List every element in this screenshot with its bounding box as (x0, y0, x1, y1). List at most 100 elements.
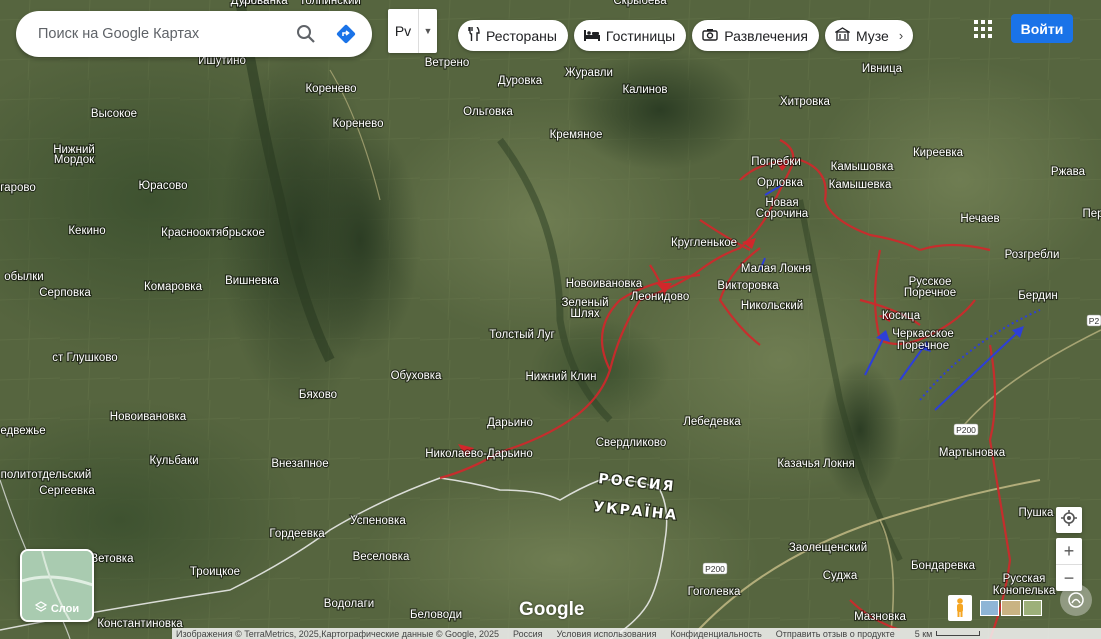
place-label[interactable]: Казачья Локня (776, 457, 856, 471)
place-label[interactable]: Ветрено (424, 56, 471, 70)
place-label[interactable]: политотдельский (0, 468, 92, 482)
place-label[interactable]: Лебедевка (682, 415, 742, 429)
zoom-in-button[interactable]: + (1056, 538, 1082, 564)
place-label[interactable]: Коренево (304, 82, 357, 96)
chevron-down-icon[interactable]: ▼ (418, 9, 437, 53)
place-label[interactable]: Гордеевка (268, 527, 326, 541)
place-label[interactable]: Ивница (861, 62, 904, 76)
place-label[interactable]: Нижний Клин (524, 370, 597, 384)
place-label[interactable]: Мартыновка (938, 446, 1007, 460)
place-label[interactable]: Краснооктябрьское (160, 226, 266, 240)
place-label[interactable]: Толстый Луг (488, 328, 556, 342)
place-label[interactable]: Ветовка (89, 552, 135, 566)
place-label[interactable]: Николаево-Дарьино (424, 447, 534, 461)
place-label[interactable]: Леонидово (630, 290, 691, 304)
place-label[interactable]: Кульбаки (148, 454, 199, 468)
layers-button[interactable]: Слои (20, 549, 94, 622)
place-label[interactable]: обылки (3, 270, 45, 284)
chip-entertainment[interactable]: Развлечения (692, 20, 819, 51)
country-link[interactable]: Россия (513, 629, 543, 639)
place-label[interactable]: Киреевка (912, 146, 965, 160)
place-label[interactable]: Беловоди (409, 608, 463, 622)
place-label[interactable]: Гоголевка (686, 585, 742, 599)
place-label[interactable]: Мазновка (853, 610, 908, 624)
place-label[interactable]: ьедвежье (0, 424, 47, 438)
place-label[interactable]: Водолаги (323, 597, 376, 611)
place-label[interactable]: Дуровка (497, 74, 544, 88)
place-label[interactable]: Толпинский (298, 0, 362, 8)
place-label[interactable]: Погребки (750, 155, 802, 169)
search-input[interactable]: Поиск на Google Картах (16, 26, 286, 42)
place-label[interactable]: Комаровка (143, 280, 204, 294)
language-select[interactable]: Рv ▼ (388, 9, 437, 53)
place-label[interactable]: Дарьино (486, 416, 534, 430)
scale-bar[interactable]: 5 км (915, 629, 981, 639)
place-label[interactable]: Черкасское (891, 327, 955, 341)
place-label[interactable]: Бяхово (298, 388, 338, 402)
place-label[interactable]: Дурова (229, 0, 271, 8)
satellite-map[interactable]: ИльинкаДурова Толпинский СкрыбеваИшутино Ве… (0, 0, 1101, 639)
place-label[interactable]: Хитровка (779, 95, 832, 109)
thumbnail-satellite[interactable] (980, 600, 1000, 616)
place-label[interactable]: Константиновка (96, 617, 184, 631)
place-label[interactable]: Сорочина (755, 207, 810, 221)
place-label[interactable]: Обуховка (389, 369, 443, 383)
place-label[interactable]: Сергеевка (38, 484, 96, 498)
terms-link[interactable]: Условия использования (557, 629, 657, 639)
place-label[interactable]: Внезапное (270, 457, 329, 471)
place-label[interactable]: Викторовка (716, 279, 780, 293)
street-view-icon[interactable] (1060, 584, 1092, 616)
place-label[interactable]: Суджа (822, 569, 859, 583)
place-label[interactable]: Свердликово (595, 436, 668, 450)
place-label[interactable]: Русская (1002, 572, 1047, 586)
place-label[interactable]: Камышовка (830, 160, 895, 174)
thumbnail-terrain[interactable] (1001, 600, 1021, 616)
place-label[interactable]: Новоивановка (109, 410, 188, 424)
imagery-thumbnails[interactable] (980, 600, 1042, 616)
place-label[interactable]: Камышевка (828, 178, 893, 192)
apps-grid-icon[interactable] (973, 19, 993, 39)
place-label[interactable]: Орловка (756, 176, 805, 190)
thumbnail-traffic[interactable] (1022, 600, 1042, 616)
sign-in-button[interactable]: Войти (1011, 14, 1073, 43)
place-label[interactable]: Нечаев (959, 212, 1000, 226)
chip-hotels[interactable]: Гостиницы (573, 20, 687, 51)
pegman-icon[interactable] (948, 595, 972, 621)
place-label[interactable]: Ржава (1050, 165, 1087, 179)
place-label[interactable]: Ольговка (462, 105, 514, 119)
place-label[interactable]: Юрасово (137, 179, 188, 193)
chevron-right-icon[interactable]: › (899, 28, 903, 43)
place-label[interactable]: гарово (0, 181, 37, 195)
place-label[interactable]: Розгребли (1004, 248, 1061, 262)
place-label[interactable]: Малая Локня (740, 262, 812, 276)
search-box[interactable]: Поиск на Google Картах (16, 11, 372, 57)
search-icon[interactable] (286, 14, 326, 54)
place-label[interactable]: Никольский (740, 299, 805, 313)
place-label[interactable]: Успеновка (349, 514, 407, 528)
chip-restaurants[interactable]: Рестораны (458, 20, 568, 51)
place-label[interactable]: Поречное (903, 286, 957, 300)
place-label[interactable]: Шлях (569, 307, 601, 321)
place-label[interactable]: Мордок (53, 153, 97, 167)
place-label[interactable]: Калинов (621, 83, 668, 97)
place-label[interactable]: Коренево (331, 117, 384, 131)
place-label[interactable]: Журавли (564, 66, 614, 80)
place-label[interactable]: Пушка (1017, 506, 1055, 520)
place-label[interactable]: Бондаревка (910, 559, 977, 573)
place-label[interactable]: Поречное (896, 339, 950, 353)
place-label[interactable]: Косица (881, 309, 922, 323)
my-location-button[interactable] (1056, 507, 1082, 533)
place-label[interactable]: Кремяное (549, 128, 604, 142)
directions-icon[interactable] (326, 14, 366, 54)
place-label[interactable]: Кекино (67, 224, 106, 238)
place-label[interactable]: Высокое (90, 107, 138, 121)
place-label[interactable]: Бердин (1017, 289, 1059, 303)
place-label[interactable]: Новоивановка (565, 277, 644, 291)
place-label[interactable]: ст Глушково (51, 351, 119, 365)
privacy-link[interactable]: Конфиденциальность (670, 629, 761, 639)
place-label[interactable]: Заолещенский (788, 541, 869, 555)
place-label[interactable]: Вишневка (224, 274, 281, 288)
place-label[interactable]: Троицкое (189, 565, 241, 579)
place-label[interactable]: Пер (1081, 207, 1101, 221)
feedback-link[interactable]: Отправить отзыв о продукте (776, 629, 895, 639)
